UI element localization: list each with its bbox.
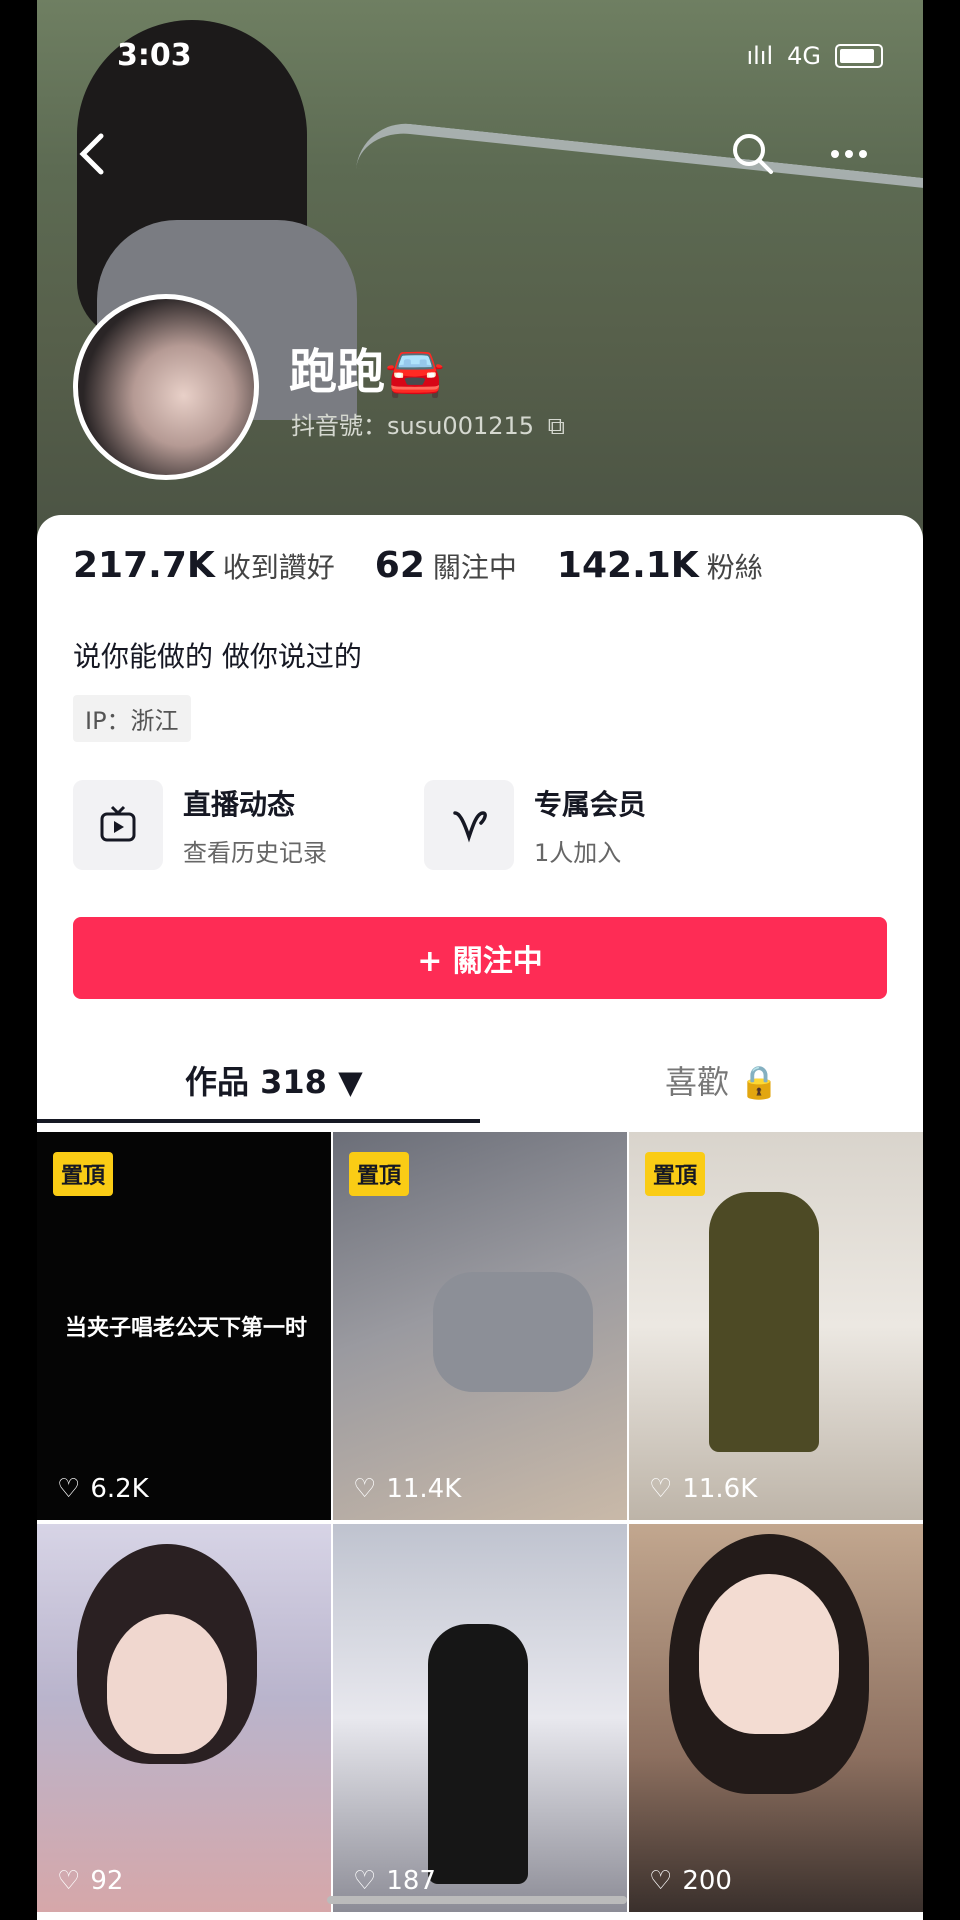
heart-icon: ♡: [353, 1474, 377, 1504]
pinned-badge: 置頂: [53, 1152, 114, 1196]
pinned-badge: 置頂: [349, 1152, 410, 1196]
video-overlay-text: 当夹子唱老公天下第一时: [64, 1316, 307, 1341]
handle-text: 抖音號：susu001215: [291, 412, 535, 440]
stat-label: 粉絲: [706, 551, 763, 584]
stat-value: 217.7K: [73, 545, 215, 586]
like-value: 11.6K: [682, 1474, 758, 1504]
feature-subtitle: 1人加入: [534, 838, 622, 867]
stat-following[interactable]: 62 關注中: [375, 545, 517, 586]
heart-icon: ♡: [649, 1866, 673, 1896]
tab-works[interactable]: 作品 318 ▼: [185, 1057, 363, 1103]
avatar[interactable]: [73, 294, 259, 480]
like-value: 200: [682, 1866, 732, 1896]
more-icon: [831, 150, 867, 158]
video-thumbnail[interactable]: 置頂 ♡ 11.4K: [333, 1132, 627, 1520]
feature-live-history[interactable]: 直播动态 查看历史记录: [73, 780, 327, 870]
profile-stats: 217.7K 收到讚好 62 關注中 142.1K 粉絲: [73, 545, 763, 586]
like-count: ♡ 11.4K: [353, 1474, 461, 1504]
video-thumbnail[interactable]: 置頂 ♡ 11.6K: [629, 1132, 923, 1520]
battery-icon: [835, 44, 883, 68]
heart-icon: ♡: [57, 1866, 81, 1896]
thumbnail-figure: [428, 1624, 528, 1884]
copy-icon[interactable]: ⧉: [548, 412, 565, 440]
thumbnail-figure: [709, 1192, 819, 1452]
like-count: ♡ 11.6K: [649, 1474, 757, 1504]
ip-location-badge: IP：浙江: [73, 695, 191, 742]
video-thumbnail[interactable]: ♡ 200: [629, 1524, 923, 1912]
feature-title: 直播动态: [183, 787, 296, 821]
thumbnail-face: [699, 1574, 839, 1734]
heart-icon: ♡: [57, 1474, 81, 1504]
thumbnail-face: [107, 1614, 227, 1754]
home-indicator: [327, 1896, 627, 1904]
like-value: 92: [90, 1866, 124, 1896]
stat-label: 關注中: [432, 551, 517, 584]
like-count: ♡ 187: [353, 1866, 436, 1896]
video-thumbnail[interactable]: ♡ 187: [333, 1524, 627, 1912]
network-label: 4G: [787, 42, 821, 70]
like-count: ♡ 200: [649, 1866, 732, 1896]
follow-button[interactable]: + 關注中: [73, 917, 887, 999]
stat-followers[interactable]: 142.1K 粉絲: [557, 545, 763, 586]
profile-bio: 说你能做的 做你说过的: [73, 640, 362, 673]
active-tab-indicator: [37, 1119, 480, 1123]
more-button[interactable]: [827, 132, 871, 184]
status-indicators: ılıl 4G: [746, 42, 883, 70]
like-count: ♡ 6.2K: [57, 1474, 149, 1504]
like-value: 6.2K: [90, 1474, 149, 1504]
like-count: ♡ 92: [57, 1866, 123, 1896]
tab-liked[interactable]: 喜歡 🔒: [665, 1057, 779, 1103]
v-heart-icon: [424, 780, 514, 870]
heart-icon: ♡: [353, 1866, 377, 1896]
feature-subtitle: 查看历史记录: [183, 838, 327, 867]
tv-icon: [73, 780, 163, 870]
feature-title: 专属会员: [534, 787, 647, 821]
video-thumbnail[interactable]: ♡ 92: [37, 1524, 331, 1912]
content-tabs: 作品 318 ▼ 喜歡 🔒: [37, 1035, 923, 1123]
stat-label: 收到讚好: [222, 551, 335, 584]
feature-membership[interactable]: 专属会员 1人加入: [424, 780, 646, 870]
profile-cover: 3:03 ılıl 4G 跑跑🚘 抖音號：susu001215 ⧉: [37, 0, 923, 560]
chevron-left-icon: [79, 133, 104, 175]
video-grid: 置頂 当夹子唱老公天下第一时 ♡ 6.2K 置頂 ♡ 11.4K 置頂 ♡ 11.6K…: [37, 1132, 923, 1912]
search-button[interactable]: [731, 132, 775, 184]
like-value: 187: [386, 1866, 436, 1896]
profile-screen: 3:03 ılıl 4G 跑跑🚘 抖音號：susu001215 ⧉ 217.7K…: [37, 0, 923, 1920]
heart-icon: ♡: [649, 1474, 673, 1504]
thumbnail-figure: [433, 1272, 593, 1392]
stat-value: 142.1K: [556, 545, 699, 586]
profile-handle[interactable]: 抖音號：susu001215 ⧉: [291, 406, 565, 441]
search-icon: [733, 134, 773, 174]
back-button[interactable]: [77, 132, 107, 184]
status-time: 3:03: [117, 38, 192, 73]
signal-icon: ılıl: [746, 42, 774, 70]
stat-value: 62: [374, 545, 425, 586]
video-thumbnail[interactable]: 置頂 当夹子唱老公天下第一时 ♡ 6.2K: [37, 1132, 331, 1520]
profile-name: 跑跑🚘: [289, 344, 445, 400]
pinned-badge: 置頂: [645, 1152, 706, 1196]
stat-likes[interactable]: 217.7K 收到讚好: [73, 545, 335, 586]
like-value: 11.4K: [386, 1474, 462, 1504]
